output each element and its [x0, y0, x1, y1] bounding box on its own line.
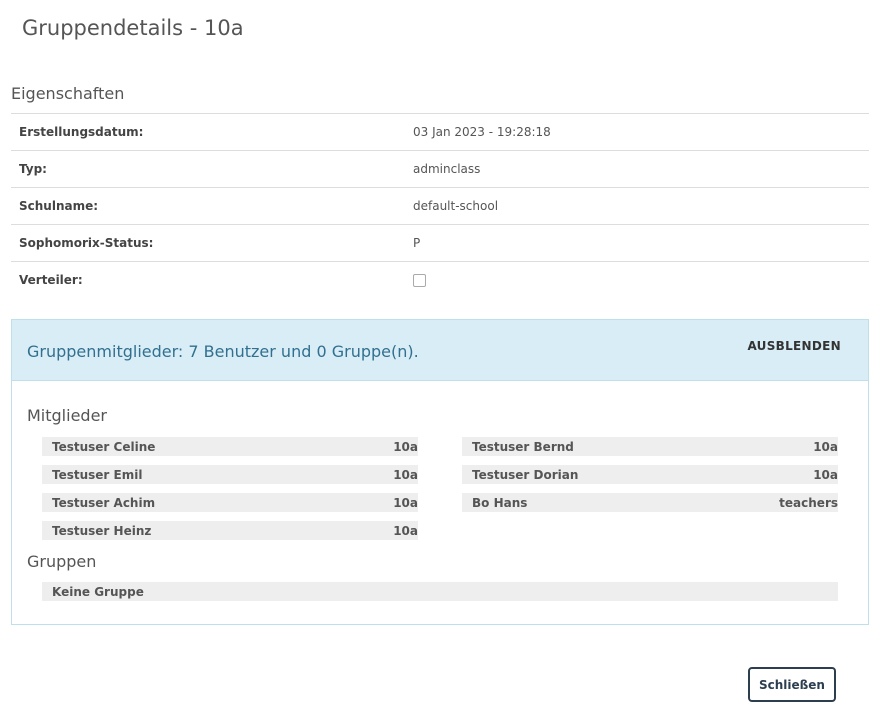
groups-empty-label: Keine Gruppe	[52, 584, 144, 599]
property-row: Schulname: default-school	[11, 187, 869, 224]
property-value: default-school	[413, 199, 499, 213]
member-item[interactable]: Testuser Achim 10a	[42, 493, 418, 512]
member-name: Testuser Emil	[52, 467, 143, 482]
close-button[interactable]: Schließen	[748, 667, 836, 702]
property-label: Typ:	[19, 162, 47, 176]
member-group: 10a	[393, 439, 418, 454]
property-row: Sophomorix-Status: P	[11, 224, 869, 261]
property-label: Schulname:	[19, 199, 99, 213]
member-name: Testuser Dorian	[472, 467, 579, 482]
member-name: Testuser Heinz	[52, 523, 152, 538]
member-name: Testuser Celine	[52, 439, 156, 454]
property-label: Sophomorix-Status:	[19, 236, 154, 250]
member-name: Testuser Achim	[52, 495, 156, 510]
properties-table: Erstellungsdatum: 03 Jan 2023 - 19:28:18…	[11, 113, 869, 298]
dialog-title: Gruppendetails - 10a	[22, 16, 244, 40]
members-panel-header: Gruppenmitglieder: 7 Benutzer und 0 Grup…	[12, 320, 868, 381]
member-group: 10a	[813, 439, 838, 454]
members-title: Mitglieder	[27, 406, 107, 425]
property-value: 03 Jan 2023 - 19:28:18	[413, 125, 551, 139]
property-row: Verteiler:	[11, 261, 869, 298]
property-value: adminclass	[413, 162, 481, 176]
verteiler-checkbox[interactable]	[413, 273, 426, 287]
properties-section-title: Eigenschaften	[11, 84, 125, 103]
member-group: 10a	[813, 467, 838, 482]
property-value	[413, 271, 426, 290]
member-group: teachers	[779, 495, 838, 510]
member-group: 10a	[393, 467, 418, 482]
property-label: Erstellungsdatum:	[19, 125, 144, 139]
property-row: Erstellungsdatum: 03 Jan 2023 - 19:28:18	[11, 113, 869, 150]
groups-empty-item: Keine Gruppe	[42, 582, 838, 601]
property-value: P	[413, 236, 421, 250]
member-item[interactable]: Testuser Heinz 10a	[42, 521, 418, 540]
member-item[interactable]: Bo Hans teachers	[462, 493, 838, 512]
member-name: Bo Hans	[472, 495, 528, 510]
groups-title: Gruppen	[27, 552, 97, 571]
members-panel: Gruppenmitglieder: 7 Benutzer und 0 Grup…	[11, 319, 869, 625]
property-label: Verteiler:	[19, 273, 83, 287]
member-item[interactable]: Testuser Emil 10a	[42, 465, 418, 484]
members-panel-heading: Gruppenmitglieder: 7 Benutzer und 0 Grup…	[27, 342, 419, 361]
member-item[interactable]: Testuser Celine 10a	[42, 437, 418, 456]
member-group: 10a	[393, 523, 418, 538]
member-name: Testuser Bernd	[472, 439, 574, 454]
member-group: 10a	[393, 495, 418, 510]
member-item[interactable]: Testuser Dorian 10a	[462, 465, 838, 484]
hide-members-button[interactable]: AUSBLENDEN	[747, 339, 841, 353]
member-item[interactable]: Testuser Bernd 10a	[462, 437, 838, 456]
property-row: Typ: adminclass	[11, 150, 869, 187]
